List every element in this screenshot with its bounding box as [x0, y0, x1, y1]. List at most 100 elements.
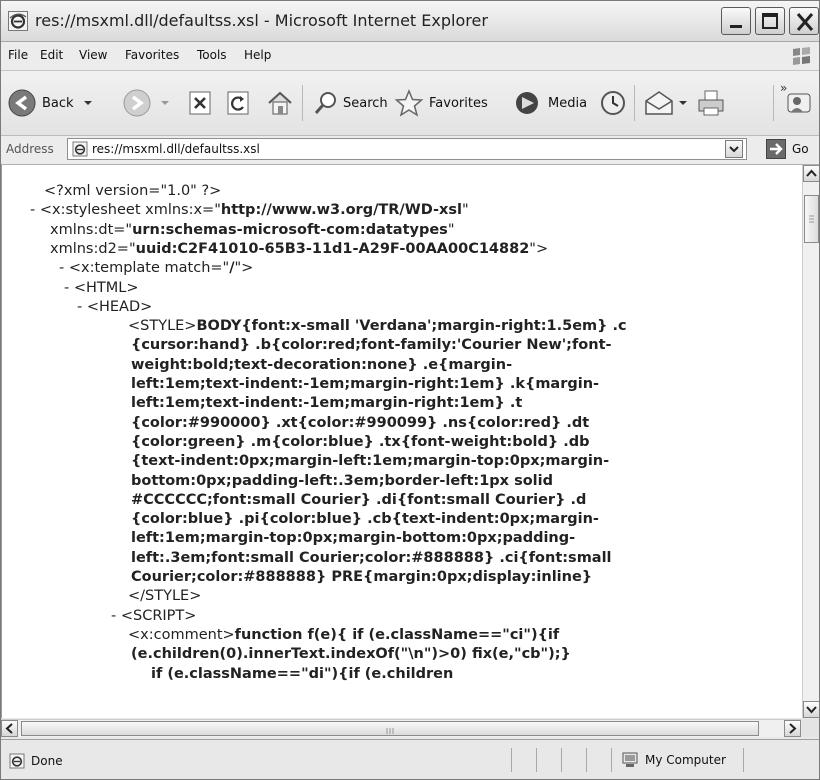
xml-markup: <x:template match="	[68, 260, 230, 277]
toolbar-separator	[302, 85, 303, 121]
favorites-button[interactable]: Favorites	[394, 85, 488, 121]
collapse-toggle[interactable]: -	[30, 202, 40, 218]
chevron-left-icon	[5, 723, 13, 734]
xml-line[interactable]: - <SCRIPT>	[111, 607, 196, 626]
xml-value: Courier;color:#888888} PRE{margin:0px;di…	[131, 569, 593, 585]
xml-line: {text-indent:0px;margin-left:1em;margin-…	[131, 452, 609, 471]
back-button[interactable]: Back	[7, 85, 95, 121]
menu-file[interactable]: File	[8, 48, 28, 62]
xml-markup: ">	[234, 260, 254, 277]
xml-line: xmlns:d2="uuid:C2F41010-65B3-11d1-A29F-0…	[50, 240, 548, 259]
close-icon	[796, 13, 814, 31]
media-button[interactable]: Media	[513, 85, 587, 121]
collapse-toggle[interactable]: -	[77, 299, 87, 315]
xml-value: {color:blue} .pi{color:blue} .cb{text-in…	[131, 511, 599, 528]
xml-markup: <STYLE>	[128, 318, 197, 335]
xml-line: xmlns:dt="urn:schemas-microsoft-com:data…	[50, 221, 454, 240]
refresh-button[interactable]	[226, 85, 252, 121]
xml-value: uuid:C2F41010-65B3-11d1-A29F-00AA00C1488…	[135, 240, 530, 257]
collapse-toggle[interactable]: -	[111, 608, 121, 624]
xml-value: function f(e){ if (e.className=="ci"){if	[234, 626, 560, 643]
history-button[interactable]	[598, 85, 628, 121]
xml-value: weight:bold;text-decoration:none} .e{mar…	[131, 356, 513, 373]
xml-markup: <SCRIPT>	[120, 607, 197, 624]
star-icon	[394, 89, 424, 117]
xml-line[interactable]: - <x:template match="/">	[59, 259, 253, 278]
chevron-down-icon	[679, 101, 687, 105]
xml-markup: <x:stylesheet xmlns:x="	[39, 202, 221, 219]
stop-button[interactable]	[188, 85, 214, 121]
print-button[interactable]	[696, 85, 726, 121]
xml-value: bottom:0px;padding-left:.3em;border-left…	[131, 472, 553, 489]
menu-favorites[interactable]: Favorites	[125, 48, 179, 62]
scroll-right-button[interactable]	[784, 720, 801, 737]
security-zone: My Computer	[621, 751, 726, 769]
scroll-up-button[interactable]	[803, 165, 819, 182]
xml-markup: </STYLE>	[128, 588, 202, 605]
go-button[interactable]: Go	[766, 139, 809, 159]
xml-line: (e.children(0).innerText.indexOf("\n")>0…	[131, 645, 571, 664]
messenger-icon	[787, 93, 811, 113]
menu-tools[interactable]: Tools	[197, 48, 227, 62]
xml-markup: "	[462, 202, 469, 219]
xml-line: {color:green} .m{color:blue} .tx{font-we…	[131, 433, 590, 452]
xml-value: left:1em;text-indent:-1em;margin-right:1…	[131, 376, 600, 392]
xml-value: {color:green} .m{color:blue} .tx{font-we…	[131, 433, 590, 450]
stop-icon	[189, 91, 211, 115]
address-bar: Address res://msxml.dll/defaultss.xsl Go	[1, 136, 819, 165]
ie-page-icon	[9, 753, 25, 769]
maximize-button[interactable]	[755, 7, 785, 35]
forward-button[interactable]	[122, 85, 172, 121]
xml-value: http://www.w3.org/TR/WD-xsl	[220, 202, 463, 219]
collapse-toggle[interactable]: -	[59, 260, 69, 276]
mail-button[interactable]	[643, 85, 689, 121]
collapse-toggle[interactable]: -	[64, 280, 74, 296]
chevron-right-icon	[789, 723, 797, 734]
menu-view[interactable]: View	[79, 48, 107, 62]
vertical-scroll-thumb[interactable]	[804, 195, 819, 243]
menu-edit[interactable]: Edit	[40, 48, 63, 62]
menu-help[interactable]: Help	[244, 48, 271, 62]
security-zone-label: My Computer	[645, 753, 726, 767]
search-icon	[314, 92, 336, 114]
xml-value: left:1em;margin-top:0px;margin-bottom:0p…	[131, 530, 576, 547]
favorites-label: Favorites	[429, 95, 488, 111]
home-button[interactable]	[265, 85, 295, 121]
xml-markup: ">	[529, 240, 549, 257]
address-dropdown-button[interactable]	[725, 140, 743, 158]
windows-flag-icon	[793, 47, 810, 65]
horizontal-scroll-thumb[interactable]	[21, 721, 759, 736]
xml-markup: <HEAD>	[86, 298, 153, 315]
toolbar-separator	[773, 85, 774, 121]
scrollbar-corner	[802, 719, 819, 737]
grip-icon	[809, 215, 814, 223]
xml-line[interactable]: - <HTML>	[64, 279, 139, 298]
toolbar-separator	[634, 85, 635, 121]
horizontal-scrollbar[interactable]	[1, 719, 801, 737]
back-label: Back	[42, 95, 74, 111]
status-pane-divider	[611, 748, 612, 772]
scroll-left-button[interactable]	[1, 720, 18, 737]
grip-icon	[386, 728, 394, 734]
xml-line[interactable]: - <x:stylesheet xmlns:x="http://www.w3.o…	[30, 201, 469, 220]
address-input[interactable]: res://msxml.dll/defaultss.xsl	[67, 138, 747, 160]
xml-line: <x:comment>function f(e){ if (e.classNam…	[128, 626, 559, 645]
status-bar: Done My Computer	[1, 739, 819, 779]
history-icon	[601, 91, 625, 115]
search-button[interactable]: Search	[312, 85, 388, 121]
xml-line: <STYLE>BODY{font:x-small 'Verdana';margi…	[128, 317, 627, 336]
close-button[interactable]	[789, 7, 819, 35]
status-pane-divider	[586, 748, 587, 772]
xml-value: (e.children(0).innerText.indexOf("\n")>0…	[131, 646, 571, 663]
scroll-down-button[interactable]	[803, 701, 819, 718]
minimize-button[interactable]	[721, 7, 751, 35]
chevron-down-icon	[83, 101, 92, 105]
xml-line: {cursor:hand} .b{color:red;font-family:'…	[131, 336, 612, 355]
xml-line[interactable]: - <HEAD>	[77, 298, 152, 317]
vertical-scrollbar[interactable]	[802, 165, 819, 718]
window-title: res://msxml.dll/defaultss.xsl - Microsof…	[35, 11, 488, 30]
messenger-button[interactable]	[785, 85, 815, 121]
xml-line: </STYLE>	[128, 587, 201, 606]
chevron-down-icon	[729, 146, 739, 153]
xml-markup: <x:comment>	[128, 626, 235, 643]
